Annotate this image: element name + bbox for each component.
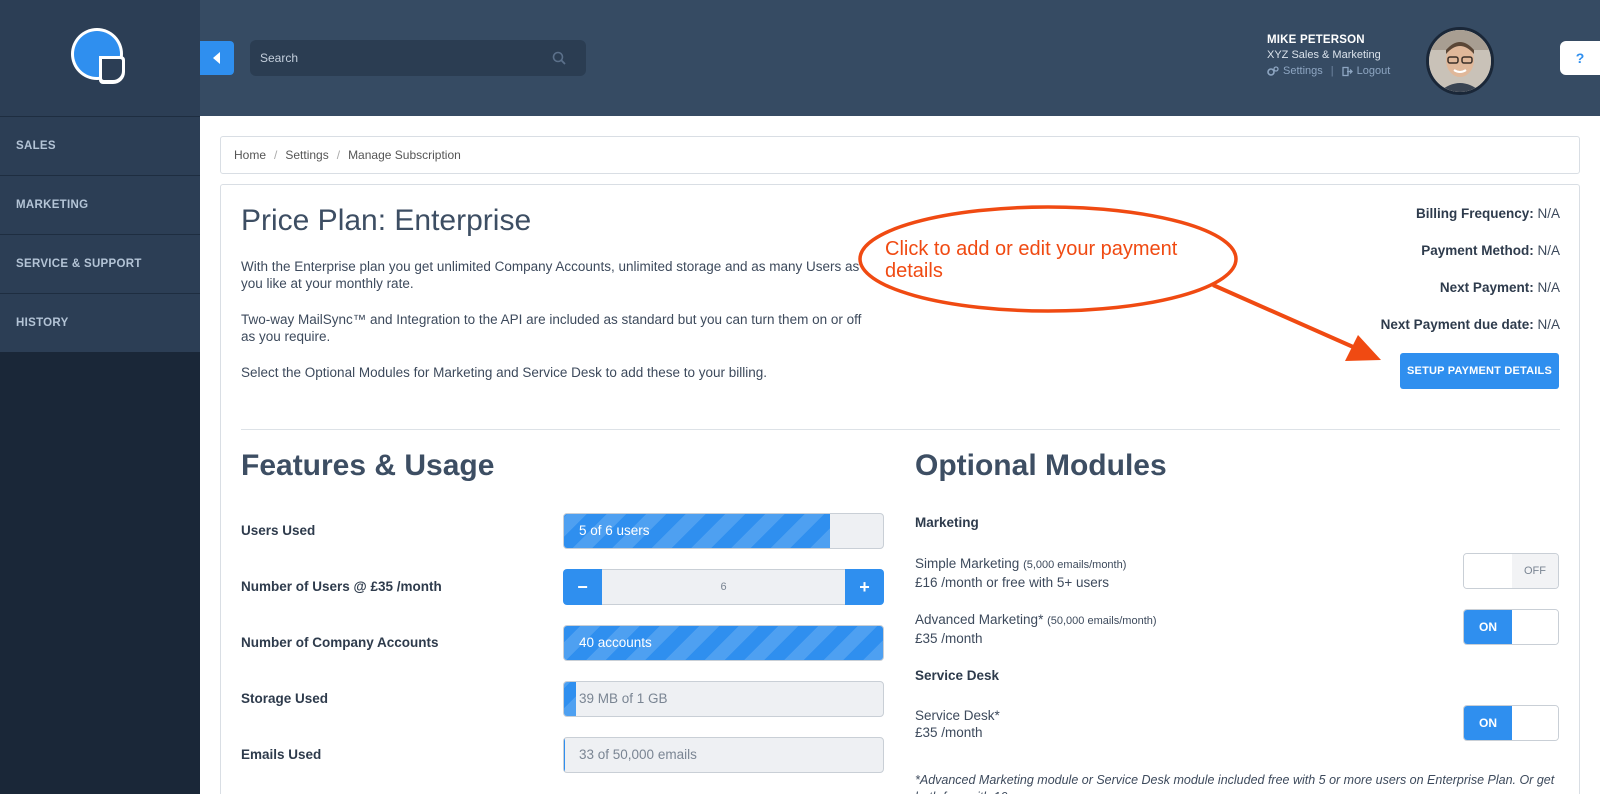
emails-used-bar: 33 of 50,000 emails	[563, 737, 884, 773]
toggle-knob	[1464, 554, 1512, 588]
plan-paragraph: Select the Optional Modules for Marketin…	[241, 365, 768, 380]
page-title: Price Plan: Enterprise	[241, 204, 532, 237]
collapse-sidebar-button[interactable]	[200, 41, 234, 75]
logo-area	[0, 0, 200, 116]
service-desk-module: Service Desk* £35 /month	[915, 707, 1000, 741]
simple-marketing-note: (5,000 emails/month)	[1023, 559, 1127, 571]
modules-title: Optional Modules	[915, 449, 1167, 482]
storage-used-label: Storage Used	[241, 691, 329, 706]
search-box	[250, 40, 586, 76]
increase-users-button[interactable]: +	[845, 569, 884, 605]
sidebar-item-service-support[interactable]: SERVICE & SUPPORT	[0, 234, 200, 293]
caret-left-icon	[213, 52, 220, 64]
features-title: Features & Usage	[241, 449, 495, 482]
user-company: XYZ Sales & Marketing	[1267, 49, 1381, 61]
breadcrumb-settings[interactable]: Settings	[285, 148, 328, 162]
billing-frequency-value: N/A	[1537, 206, 1560, 221]
next-payment-due-value: N/A	[1537, 317, 1560, 332]
next-payment-due-label: Next Payment due date:	[1380, 317, 1534, 332]
advanced-marketing-module: Advanced Marketing* (50,000 emails/month…	[915, 611, 1157, 647]
next-payment-label: Next Payment:	[1439, 280, 1534, 295]
company-accounts-bar: 40 accounts	[563, 625, 884, 661]
breadcrumb: Home / Settings / Manage Subscription	[220, 136, 1580, 174]
payment-method-label: Payment Method:	[1421, 243, 1534, 258]
plan-paragraph: Two-way MailSync™ and Integration to the…	[241, 312, 862, 344]
plan-paragraph: With the Enterprise plan you get unlimit…	[241, 259, 860, 291]
storage-used-fill	[564, 682, 577, 716]
user-links: Settings | Logout	[1267, 65, 1390, 77]
top-header: MIKE PETERSON XYZ Sales & Marketing Sett…	[200, 0, 1600, 116]
simple-marketing-price: £16 /month or free with 5+ users	[915, 575, 1109, 590]
user-photo	[1429, 30, 1491, 92]
breadcrumb-separator: /	[336, 148, 341, 162]
advanced-marketing-name: Advanced Marketing*	[915, 612, 1044, 627]
users-quantity-stepper: − 6 +	[563, 569, 884, 605]
sidebar: SALES MARKETING SERVICE & SUPPORT HISTOR…	[0, 0, 200, 794]
annotation-text: Click to add or edit your payment detail…	[885, 238, 1178, 282]
decrease-users-button[interactable]: −	[563, 569, 602, 605]
users-used-bar: 5 of 6 users	[563, 513, 884, 549]
users-quantity-input[interactable]: 6	[602, 569, 845, 605]
toggle-knob	[1512, 706, 1558, 740]
avatar[interactable]	[1426, 27, 1494, 95]
service-desk-price: £35 /month	[915, 725, 983, 740]
next-payment-value: N/A	[1537, 280, 1560, 295]
company-accounts-label: Number of Company Accounts	[241, 635, 439, 650]
emails-used-label: Emails Used	[241, 747, 322, 762]
payment-method-value: N/A	[1537, 243, 1560, 258]
help-button[interactable]: ?	[1560, 41, 1600, 75]
advanced-marketing-toggle[interactable]: ON	[1463, 609, 1559, 645]
storage-used-text: 39 MB of 1 GB	[579, 691, 668, 706]
payment-method: Payment Method: N/A	[1381, 243, 1560, 280]
billing-summary: Billing Frequency: N/A Payment Method: N…	[1381, 206, 1560, 354]
search-icon[interactable]	[552, 51, 566, 65]
plan-description: With the Enterprise plan you get unlimit…	[241, 258, 873, 400]
breadcrumb-home[interactable]: Home	[234, 148, 266, 162]
sidebar-item-history[interactable]: HISTORY	[0, 293, 200, 352]
simple-marketing-module: Simple Marketing (5,000 emails/month) £1…	[915, 555, 1126, 591]
section-divider	[241, 429, 1560, 430]
number-of-users-label: Number of Users @ £35 /month	[241, 579, 442, 594]
setup-payment-details-button[interactable]: SETUP PAYMENT DETAILS	[1400, 353, 1559, 389]
billing-frequency-label: Billing Frequency:	[1415, 206, 1534, 221]
user-info: MIKE PETERSON XYZ Sales & Marketing Sett…	[1267, 34, 1390, 77]
settings-link[interactable]: Settings	[1283, 65, 1323, 77]
marketing-group-label: Marketing	[915, 515, 979, 530]
app-logo[interactable]	[69, 26, 129, 86]
advanced-marketing-note: (50,000 emails/month)	[1047, 615, 1157, 627]
toggle-state-on: ON	[1464, 706, 1512, 740]
service-desk-toggle[interactable]: ON	[1463, 705, 1559, 741]
breadcrumb-separator: /	[274, 148, 278, 162]
sidebar-nav: SALES MARKETING SERVICE & SUPPORT HISTOR…	[0, 116, 200, 352]
simple-marketing-name: Simple Marketing	[915, 556, 1020, 571]
users-used-text: 5 of 6 users	[579, 523, 650, 538]
toggle-state-off: OFF	[1512, 554, 1558, 588]
advanced-marketing-price: £35 /month	[915, 631, 983, 646]
users-used-label: Users Used	[241, 523, 316, 538]
storage-used-bar: 39 MB of 1 GB	[563, 681, 884, 717]
toggle-state-on: ON	[1464, 610, 1512, 644]
next-payment-due: Next Payment due date: N/A	[1381, 317, 1560, 354]
sidebar-item-sales[interactable]: SALES	[0, 116, 200, 175]
toggle-knob	[1512, 610, 1558, 644]
company-accounts-text: 40 accounts	[579, 635, 652, 650]
link-separator: |	[1330, 65, 1334, 77]
service-desk-name: Service Desk*	[915, 708, 1000, 723]
logout-link[interactable]: Logout	[1357, 65, 1391, 77]
emails-used-text: 33 of 50,000 emails	[579, 747, 697, 762]
sidebar-item-marketing[interactable]: MARKETING	[0, 175, 200, 234]
logout-icon	[1341, 66, 1353, 76]
modules-footnote: *Advanced Marketing module or Service De…	[915, 773, 1555, 794]
next-payment: Next Payment: N/A	[1381, 280, 1560, 317]
cogs-icon	[1267, 65, 1279, 76]
search-input[interactable]	[250, 40, 540, 76]
service-desk-group-label: Service Desk	[915, 668, 1000, 683]
simple-marketing-toggle[interactable]: OFF	[1463, 553, 1559, 589]
billing-frequency: Billing Frequency: N/A	[1381, 206, 1560, 243]
breadcrumb-current: Manage Subscription	[348, 148, 461, 162]
user-name: MIKE PETERSON	[1267, 34, 1365, 46]
